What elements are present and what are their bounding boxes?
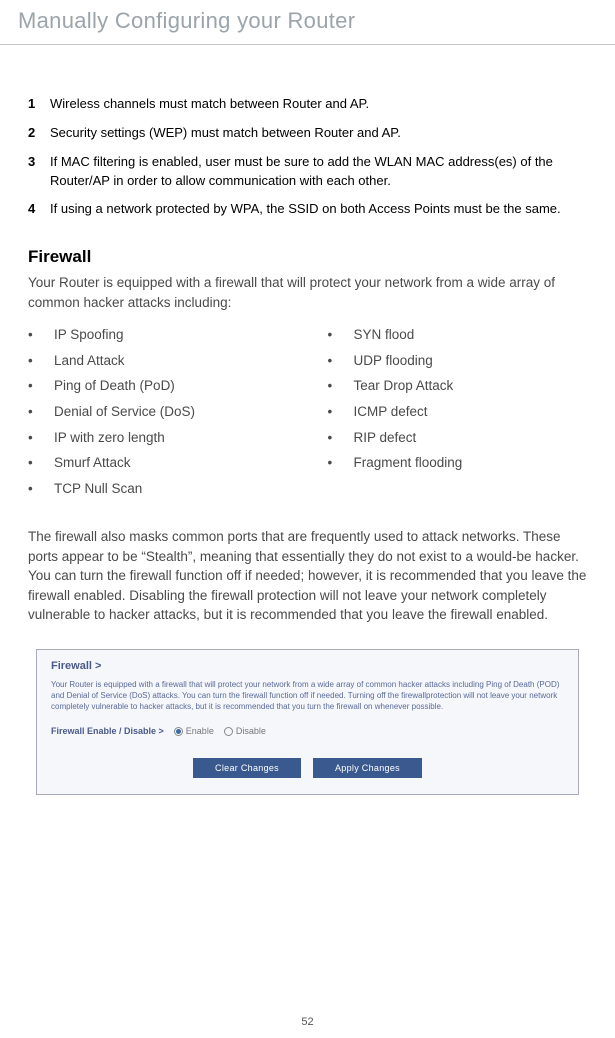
list-item-label: TCP Null Scan	[54, 480, 142, 498]
clear-changes-button[interactable]: Clear Changes	[193, 758, 301, 778]
attack-list-left: •IP Spoofing •Land Attack •Ping of Death…	[28, 326, 288, 505]
step-text: If MAC filtering is enabled, user must b…	[50, 153, 587, 191]
radio-icon	[174, 727, 183, 736]
list-item: •Ping of Death (PoD)	[28, 377, 288, 395]
step-item: 3 If MAC filtering is enabled, user must…	[28, 153, 587, 191]
list-item-label: IP with zero length	[54, 429, 165, 447]
screenshot-heading: Firewall >	[51, 660, 564, 672]
step-number: 4	[28, 200, 50, 219]
firewall-intro: Your Router is equipped with a firewall …	[28, 273, 587, 312]
list-item-label: Ping of Death (PoD)	[54, 377, 175, 395]
screenshot-firewall-toggle-row: Firewall Enable / Disable > Enable Disab…	[51, 726, 564, 736]
firewall-paragraph: The firewall also masks common ports tha…	[28, 527, 587, 625]
firewall-screenshot: Firewall > Your Router is equipped with …	[36, 649, 579, 795]
list-item-label: Land Attack	[54, 352, 125, 370]
attack-list-right: •SYN flood •UDP flooding •Tear Drop Atta…	[328, 326, 588, 505]
list-item: •Denial of Service (DoS)	[28, 403, 288, 421]
attack-list-columns: •IP Spoofing •Land Attack •Ping of Death…	[28, 326, 587, 505]
list-item-label: RIP defect	[354, 429, 417, 447]
page-number: 52	[0, 1016, 615, 1028]
firewall-toggle-label: Firewall Enable / Disable >	[51, 726, 164, 736]
step-number: 1	[28, 95, 50, 114]
list-item-label: Smurf Attack	[54, 454, 131, 472]
list-item: •Smurf Attack	[28, 454, 288, 472]
list-item: •ICMP defect	[328, 403, 588, 421]
step-number: 3	[28, 153, 50, 191]
list-item: •RIP defect	[328, 429, 588, 447]
list-item: •TCP Null Scan	[28, 480, 288, 498]
list-item-label: Tear Drop Attack	[354, 377, 454, 395]
disable-radio[interactable]: Disable	[224, 726, 266, 736]
step-text: Wireless channels must match between Rou…	[50, 95, 587, 114]
step-number: 2	[28, 124, 50, 143]
apply-changes-button[interactable]: Apply Changes	[313, 758, 422, 778]
screenshot-description: Your Router is equipped with a firewall …	[51, 680, 564, 712]
page-title: Manually Configuring your Router	[0, 0, 615, 45]
list-item: •UDP flooding	[328, 352, 588, 370]
enable-radio-label: Enable	[186, 726, 214, 736]
list-item: •IP with zero length	[28, 429, 288, 447]
step-item: 4 If using a network protected by WPA, t…	[28, 200, 587, 219]
main-content: 1 Wireless channels must match between R…	[0, 45, 615, 795]
step-text: If using a network protected by WPA, the…	[50, 200, 587, 219]
list-item-label: SYN flood	[354, 326, 415, 344]
firewall-heading: Firewall	[28, 247, 587, 267]
list-item: •Fragment flooding	[328, 454, 588, 472]
list-item-label: UDP flooding	[354, 352, 433, 370]
list-item-label: Denial of Service (DoS)	[54, 403, 195, 421]
list-item: •SYN flood	[328, 326, 588, 344]
step-item: 1 Wireless channels must match between R…	[28, 95, 587, 114]
list-item-label: ICMP defect	[354, 403, 428, 421]
screenshot-buttons: Clear Changes Apply Changes	[51, 758, 564, 778]
enable-radio[interactable]: Enable	[174, 726, 214, 736]
radio-icon	[224, 727, 233, 736]
step-text: Security settings (WEP) must match betwe…	[50, 124, 587, 143]
numbered-steps: 1 Wireless channels must match between R…	[28, 95, 587, 219]
step-item: 2 Security settings (WEP) must match bet…	[28, 124, 587, 143]
list-item: •Land Attack	[28, 352, 288, 370]
list-item-label: IP Spoofing	[54, 326, 124, 344]
list-item-label: Fragment flooding	[354, 454, 463, 472]
disable-radio-label: Disable	[236, 726, 266, 736]
list-item: •IP Spoofing	[28, 326, 288, 344]
list-item: •Tear Drop Attack	[328, 377, 588, 395]
